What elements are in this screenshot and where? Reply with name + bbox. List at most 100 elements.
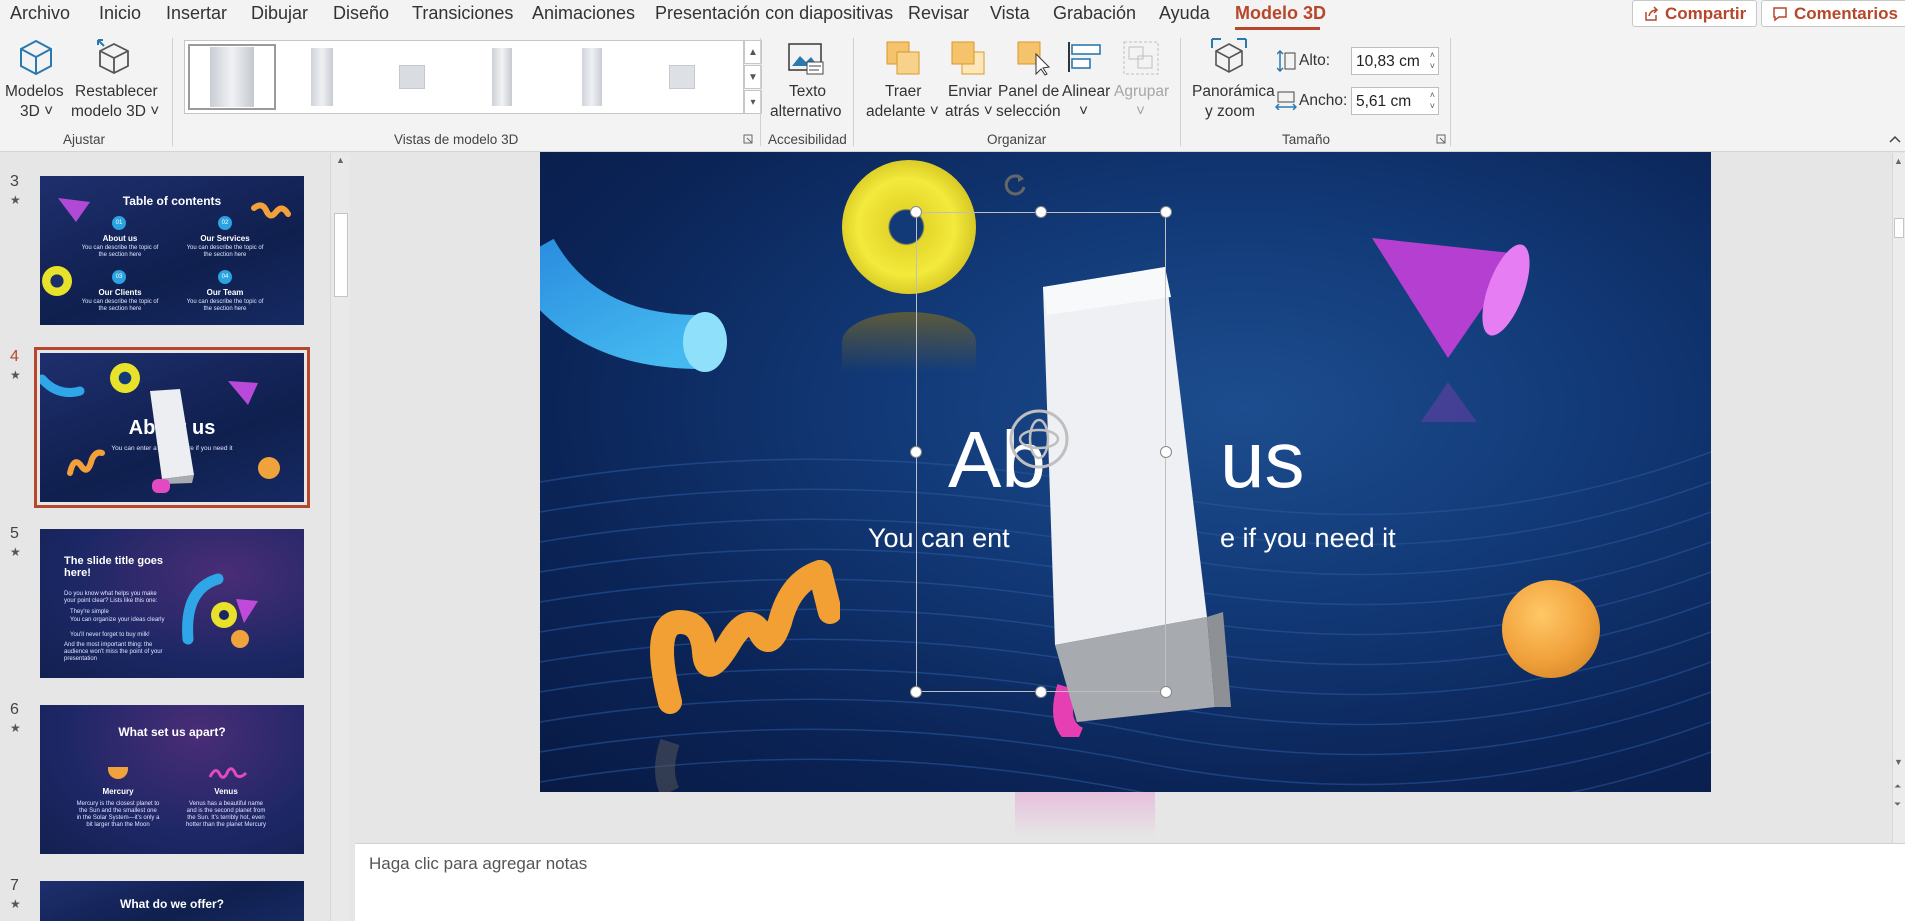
mercury-shape (108, 767, 128, 779)
resize-handle[interactable] (910, 686, 922, 698)
view-thumb[interactable] (638, 44, 726, 110)
alinear-label-1: Alinear (1062, 83, 1111, 100)
next-slide-icon[interactable]: ⏷ (1894, 799, 1901, 810)
tab-transiciones[interactable]: Transiciones (412, 3, 513, 24)
ancho-spin-down[interactable]: ˅ (1430, 101, 1435, 111)
group-label-accesibilidad: Accesibilidad (768, 132, 847, 147)
tab-revisar[interactable]: Revisar (908, 3, 969, 24)
resize-handle[interactable] (1160, 686, 1172, 698)
scroll-down-icon[interactable]: ▼ (1894, 757, 1903, 767)
resize-handle[interactable] (910, 446, 922, 458)
scroll-up-icon[interactable]: ▲ (1894, 156, 1903, 166)
traer-label-1: Traer (885, 83, 922, 100)
col-desc: Mercury is the closest planet to the Sun… (76, 801, 160, 828)
ribbon-separator (853, 38, 854, 146)
view-thumb[interactable] (368, 44, 456, 110)
tab-insertar[interactable]: Insertar (166, 3, 227, 24)
slide-scrollbar[interactable]: ▲ ▼ ⏶ ⏷ (1892, 153, 1905, 843)
size-dialog-launcher-icon[interactable] (1436, 134, 1446, 144)
modelos-3d-label-2: 3D ˅ (20, 103, 54, 120)
slide-number: 3 (10, 173, 19, 190)
rotate-handle-icon[interactable] (1000, 170, 1030, 200)
scroll-up-icon[interactable]: ▲ (336, 155, 345, 165)
comment-icon (1773, 6, 1787, 21)
view-thumb[interactable] (458, 44, 546, 110)
tube-shape (40, 374, 85, 397)
resize-handle[interactable] (1160, 446, 1172, 458)
alto-spin-up[interactable]: ˄ (1430, 50, 1435, 60)
slide-number: 6 (10, 701, 19, 718)
slide-number: 4 (10, 348, 19, 365)
tab-animaciones[interactable]: Animaciones (532, 3, 635, 24)
ribbon-tab-bar: Archivo Inicio Insertar Dibujar Diseño T… (0, 0, 1905, 30)
view-thumb[interactable] (188, 44, 276, 110)
animation-star-icon: ★ (10, 193, 21, 207)
collapse-ribbon-icon[interactable] (1888, 134, 1902, 144)
alt-text-icon (788, 43, 824, 75)
ribbon-separator (172, 38, 173, 146)
panoramica-label-1: Panorámica (1192, 83, 1275, 100)
tab-ayuda[interactable]: Ayuda (1159, 3, 1210, 24)
view-thumb[interactable] (278, 44, 366, 110)
send-backward-icon (951, 41, 985, 75)
scrollbar-thumb[interactable] (334, 213, 348, 297)
animation-star-icon: ★ (10, 368, 21, 382)
thumb-bullet: They're simple (70, 609, 109, 615)
previous-slide-icon[interactable]: ⏶ (1894, 781, 1901, 792)
thumbnail-scrollbar[interactable]: ▲ (330, 153, 350, 921)
tab-archivo[interactable]: Archivo (10, 3, 70, 24)
scrollbar-thumb[interactable] (1894, 218, 1904, 238)
slide-thumbnail-panel: 3 ★ Table of contents 01 About us You ca… (0, 153, 352, 921)
ancho-value: 5,61 cm (1356, 93, 1412, 110)
3d-rotate-control-icon[interactable] (1008, 408, 1070, 470)
view-thumb[interactable] (548, 44, 636, 110)
traer-label-2: adelante ˅ (866, 103, 939, 120)
tab-diseno[interactable]: Diseño (333, 3, 389, 24)
tab-modelo-3d[interactable]: Modelo 3D (1235, 3, 1326, 24)
ancho-spin-up[interactable]: ˄ (1430, 90, 1435, 100)
slide-thumbnail-5[interactable]: The slide title goes here! Do you know w… (40, 529, 304, 678)
slide-thumbnail-4[interactable]: About us You can enter a subtitle here i… (34, 347, 310, 508)
slide-thumbnail-3[interactable]: Table of contents 01 About us You can de… (40, 176, 304, 325)
thumb-bullet: You can organize your ideas clearly (70, 617, 165, 623)
col-title: Mercury (102, 787, 134, 796)
comments-button[interactable]: Comentarios (1761, 0, 1905, 27)
tab-grabacion[interactable]: Grabación (1053, 3, 1136, 24)
item-title: About us (102, 234, 138, 243)
slide-number: 7 (10, 877, 19, 894)
tab-dibujar[interactable]: Dibujar (251, 3, 308, 24)
main-slide-canvas[interactable]: Ab us You can ent e if you need it (540, 152, 1711, 792)
tab-inicio[interactable]: Inicio (99, 3, 141, 24)
donut-shape (110, 363, 140, 393)
alto-spin-down[interactable]: ˅ (1430, 61, 1435, 71)
tab-presentacion[interactable]: Presentación con diapositivas (655, 3, 893, 24)
item-badge: 02 (218, 216, 232, 230)
resize-handle[interactable] (1160, 206, 1172, 218)
resize-handle[interactable] (910, 206, 922, 218)
ancho-field[interactable]: 5,61 cm ˄ ˅ (1351, 87, 1439, 115)
thumb-text: And the most important thing: the audien… (64, 642, 163, 662)
restablecer-label-1: Restablecer (75, 83, 158, 100)
notes-pane[interactable]: Haga clic para agregar notas (355, 843, 1905, 921)
share-button[interactable]: Compartir (1632, 0, 1758, 27)
thumb-title: What do we offer? (120, 897, 224, 911)
notes-placeholder: Haga clic para agregar notas (369, 854, 588, 873)
ribbon-separator (760, 38, 761, 146)
animation-star-icon: ★ (10, 897, 21, 911)
resize-handle[interactable] (1035, 206, 1047, 218)
agrupar-label-1: Agrupar (1114, 83, 1170, 100)
col-desc: Venus has a beautiful name and is the se… (185, 801, 267, 828)
pink-cone-shape (1372, 238, 1530, 422)
slide-thumbnail-6[interactable]: What set us apart? Mercury Mercury is th… (40, 705, 304, 854)
alto-field[interactable]: 10,83 cm ˄ ˅ (1351, 47, 1439, 75)
thumb-title: The slide title goes here! (64, 555, 164, 579)
slide-thumbnail-7[interactable]: What do we offer? (40, 881, 304, 921)
resize-handle[interactable] (1035, 686, 1047, 698)
item-title: Our Services (200, 234, 250, 243)
share-label: Compartir (1665, 3, 1747, 23)
selection-pane-icon (1017, 41, 1051, 76)
height-icon (1277, 50, 1296, 72)
group-label-ajustar: Ajustar (63, 132, 106, 147)
tab-vista[interactable]: Vista (990, 3, 1030, 24)
dialog-launcher-icon[interactable] (743, 134, 753, 144)
